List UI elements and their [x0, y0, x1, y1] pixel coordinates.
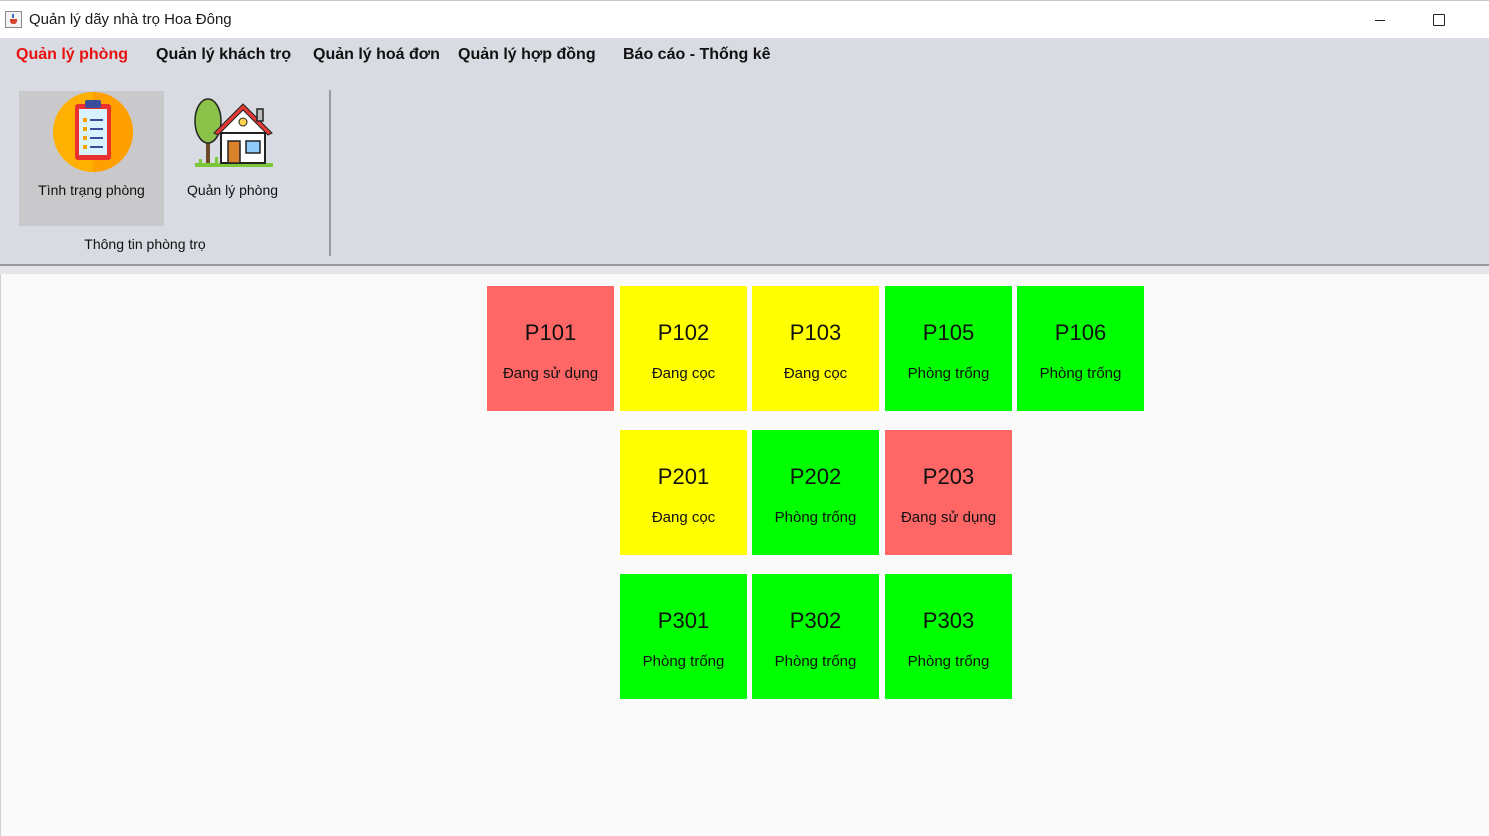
menu-bao-cao-thong-ke[interactable]: Báo cáo - Thống kê [623, 46, 771, 64]
room-code: P303 [922, 608, 975, 633]
room-management-label: Quản lý phòng [186, 182, 279, 198]
room-code: P203 [922, 464, 975, 489]
room-tile-p105[interactable]: P105 Phòng trống [885, 286, 1012, 411]
room-tile-p303[interactable]: P303 Phòng trống [885, 574, 1012, 699]
room-tile-p102[interactable]: P102 Đang cọc [620, 286, 747, 411]
room-code: P103 [789, 320, 842, 345]
room-tile-p106[interactable]: P106 Phòng trống [1017, 286, 1144, 411]
room-code: P201 [657, 464, 710, 489]
ribbon: Quản lý phòng Quản lý khách trọ Quản lý … [0, 38, 1489, 266]
room-tile-p201[interactable]: P201 Đang cọc [620, 430, 747, 555]
room-status-button[interactable]: Tình trạng phòng [19, 91, 164, 226]
room-status: Đang cọc [651, 509, 716, 526]
java-app-icon [5, 11, 22, 28]
room-status: Đang sử dụng [900, 509, 997, 526]
ribbon-group-separator [329, 90, 331, 256]
room-code: P102 [657, 320, 710, 345]
room-tile-p203[interactable]: P203 Đang sử dụng [885, 430, 1012, 555]
room-status: Đang cọc [783, 365, 848, 382]
window-title: Quản lý dãy nhà trọ Hoa Đông [29, 11, 232, 28]
room-status: Phòng trống [774, 653, 857, 670]
menu-quan-ly-hoa-don[interactable]: Quản lý hoá đơn [313, 46, 440, 64]
room-status-label: Tình trạng phòng [38, 182, 145, 198]
maximize-button[interactable] [1415, 5, 1461, 35]
menu-quan-ly-hop-dong[interactable]: Quản lý hợp đồng [458, 46, 596, 64]
room-status: Phòng trống [907, 365, 990, 382]
menu-quan-ly-phong[interactable]: Quản lý phòng [16, 46, 128, 64]
room-code: P302 [789, 608, 842, 633]
room-status: Phòng trống [1039, 365, 1122, 382]
ribbon-shadow [0, 266, 1489, 274]
room-code: P105 [922, 320, 975, 345]
room-tile-p301[interactable]: P301 Phòng trống [620, 574, 747, 699]
minimize-button[interactable] [1357, 5, 1403, 35]
room-status: Đang cọc [651, 365, 716, 382]
room-status: Phòng trống [907, 653, 990, 670]
room-tile-p202[interactable]: P202 Phòng trống [752, 430, 879, 555]
room-code: P301 [657, 608, 710, 633]
room-management-button[interactable]: Quản lý phòng [160, 91, 305, 226]
room-code: P202 [789, 464, 842, 489]
room-code: P101 [524, 320, 577, 345]
room-tile-p103[interactable]: P103 Đang cọc [752, 286, 879, 411]
title-bar: Quản lý dãy nhà trọ Hoa Đông [0, 0, 1489, 38]
menu-quan-ly-khach-tro[interactable]: Quản lý khách trọ [156, 46, 291, 64]
room-status: Phòng trống [774, 509, 857, 526]
room-status: Phòng trống [642, 653, 725, 670]
room-grid: P101 Đang sử dụng P102 Đang cọc P103 Đan… [0, 274, 1489, 836]
house-tree-icon [194, 98, 273, 167]
ribbon-group-label: Thông tin phòng trọ [84, 236, 206, 252]
room-tile-p302[interactable]: P302 Phòng trống [752, 574, 879, 699]
room-tile-p101[interactable]: P101 Đang sử dụng [487, 286, 614, 411]
clipboard-list-icon [53, 92, 133, 172]
room-code: P106 [1054, 320, 1107, 345]
room-status: Đang sử dụng [502, 365, 599, 382]
